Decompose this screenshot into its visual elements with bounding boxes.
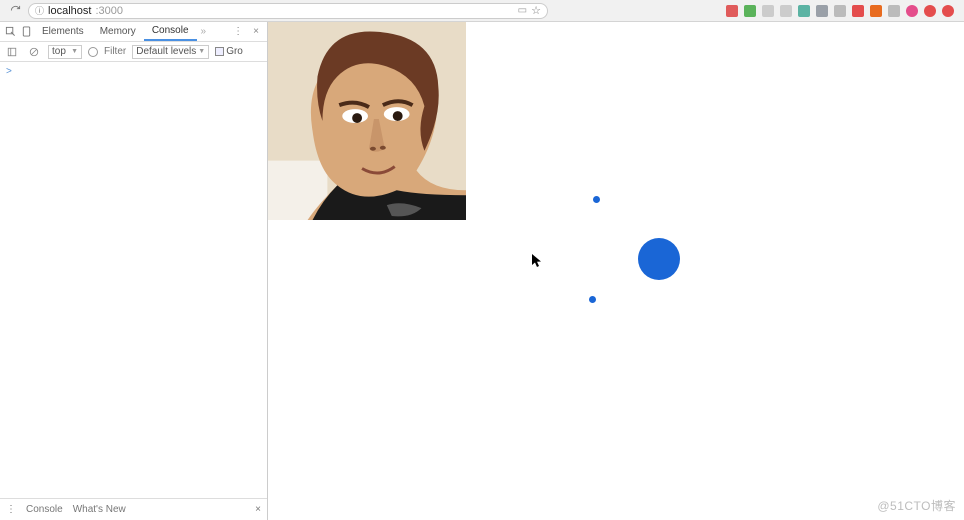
- watermark: @51CTO博客: [877, 497, 956, 514]
- devtools-drawer-tabs: ⋮ Console What's New ×: [0, 498, 267, 520]
- drawer-tab-whatsnew[interactable]: What's New: [73, 504, 126, 515]
- log-levels-label: Default levels: [136, 46, 196, 57]
- drawer-tab-console[interactable]: Console: [26, 504, 63, 515]
- devtools-panel: Elements Memory Console » ⋮ × top▼ Filte…: [0, 22, 268, 520]
- context-selector[interactable]: top▼: [48, 45, 82, 59]
- device-toolbar-icon[interactable]: [18, 24, 34, 40]
- ext-icon[interactable]: [942, 5, 954, 17]
- site-info-icon[interactable]: ⓘ: [35, 4, 44, 17]
- extension-icons: [726, 5, 958, 17]
- filter-input[interactable]: Filter: [104, 46, 126, 57]
- console-filterbar: top▼ Filter Default levels▼ Gro: [0, 42, 267, 62]
- devtools-tabbar: Elements Memory Console » ⋮ ×: [0, 22, 267, 42]
- tab-console[interactable]: Console: [144, 22, 197, 41]
- ext-icon[interactable]: [924, 5, 936, 17]
- console-body[interactable]: >: [0, 62, 267, 498]
- url-port: :3000: [95, 5, 123, 17]
- ext-icon[interactable]: [852, 5, 864, 17]
- log-levels-selector[interactable]: Default levels▼: [132, 45, 209, 59]
- devtools-close-icon[interactable]: ×: [247, 26, 265, 37]
- ext-icon[interactable]: [762, 5, 774, 17]
- address-bar[interactable]: ⓘ localhost :3000 ▭ ☆: [28, 3, 548, 19]
- tracking-circle: [638, 238, 680, 280]
- reload-button[interactable]: [6, 4, 24, 18]
- live-expression-icon[interactable]: [88, 47, 98, 57]
- url-host: localhost: [48, 5, 91, 17]
- ext-icon[interactable]: [906, 5, 918, 17]
- context-value: top: [52, 46, 66, 57]
- ext-icon[interactable]: [780, 5, 792, 17]
- bookmark-star-icon[interactable]: ☆: [531, 4, 541, 17]
- drawer-close-icon[interactable]: ×: [255, 504, 261, 515]
- tab-elements[interactable]: Elements: [34, 23, 92, 40]
- tracking-dot: [589, 296, 596, 303]
- more-tabs-icon[interactable]: »: [197, 26, 211, 37]
- ext-icon[interactable]: [798, 5, 810, 17]
- webcam-feed: [268, 22, 466, 220]
- ext-icon[interactable]: [726, 5, 738, 17]
- ext-icon[interactable]: [816, 5, 828, 17]
- console-sidebar-toggle-icon[interactable]: [4, 44, 20, 60]
- drawer-menu-icon[interactable]: ⋮: [6, 504, 16, 515]
- group-label: Gro: [226, 46, 243, 57]
- ext-icon[interactable]: [888, 5, 900, 17]
- devtools-menu-icon[interactable]: ⋮: [229, 26, 247, 37]
- console-prompt-icon: >: [6, 66, 12, 77]
- page-viewport: [268, 22, 964, 520]
- reader-mode-icon[interactable]: ▭: [518, 5, 527, 16]
- ext-icon[interactable]: [744, 5, 756, 17]
- inspect-element-icon[interactable]: [2, 24, 18, 40]
- ext-icon[interactable]: [834, 5, 846, 17]
- group-checkbox[interactable]: Gro: [215, 46, 243, 57]
- clear-console-icon[interactable]: [26, 44, 42, 60]
- tracking-dot: [593, 196, 600, 203]
- browser-toolbar: ⓘ localhost :3000 ▭ ☆: [0, 0, 964, 22]
- mouse-cursor-icon: [532, 254, 542, 268]
- tab-memory[interactable]: Memory: [92, 23, 144, 40]
- ext-icon[interactable]: [870, 5, 882, 17]
